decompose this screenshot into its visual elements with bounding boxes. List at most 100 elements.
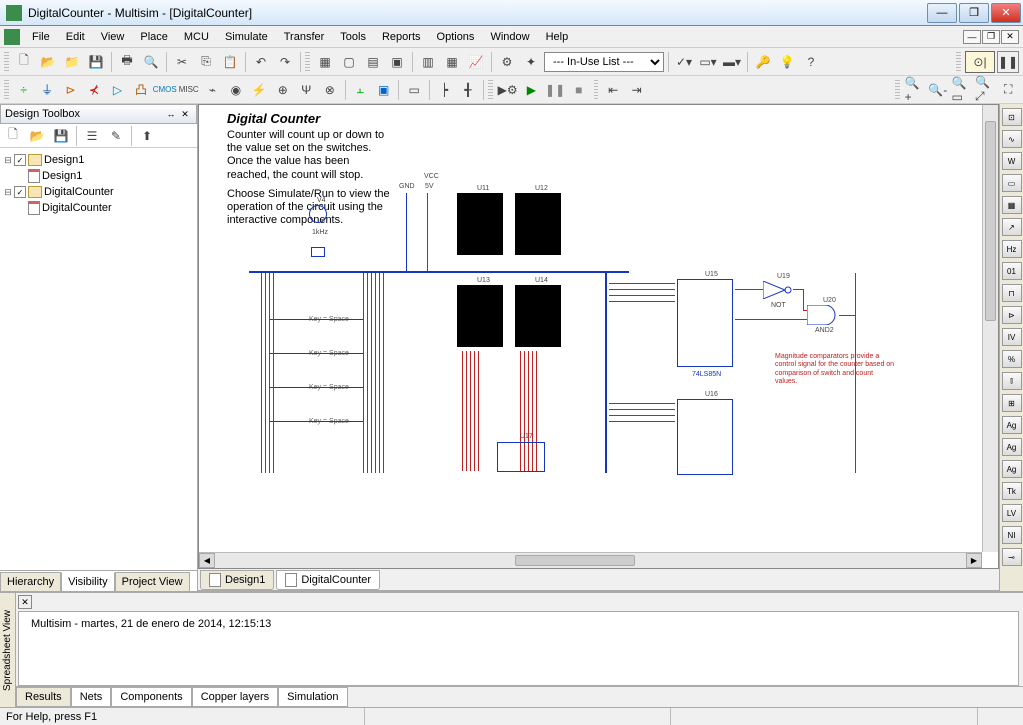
menu-file[interactable]: File — [24, 29, 58, 45]
gate-and[interactable] — [807, 305, 839, 325]
run-button[interactable]: ▶ — [521, 79, 542, 101]
verify-button[interactable]: ✓▾ — [673, 51, 695, 73]
menu-mcu[interactable]: MCU — [176, 29, 217, 45]
instrument-bode[interactable]: ↗ — [1002, 218, 1022, 236]
output-vertical-tab[interactable]: Spreadsheet View — [0, 593, 16, 707]
database-button[interactable]: ▦ — [441, 51, 463, 73]
menu-reports[interactable]: Reports — [374, 29, 429, 45]
open-sample-button[interactable]: 📁 — [61, 51, 83, 73]
copy-button[interactable]: ⎘ — [195, 51, 217, 73]
vertical-scrollbar[interactable] — [982, 105, 998, 552]
print-button[interactable]: 🖶 — [116, 51, 138, 73]
mdi-close[interactable]: ✕ — [1001, 30, 1019, 44]
zoom-area-button[interactable]: 🔍▭ — [951, 79, 972, 101]
postprocessor-button[interactable]: ⚙ — [496, 51, 518, 73]
gate-not[interactable] — [763, 281, 793, 299]
interactive-sim-button[interactable]: ▶⚙ — [497, 79, 519, 101]
maximize-button[interactable]: ❐ — [959, 3, 989, 23]
instrument-ag-scope[interactable]: Ag — [1002, 460, 1022, 478]
align-left-button[interactable]: ⇤ — [602, 79, 623, 101]
place-hierarchical-button[interactable]: ▭ — [403, 79, 424, 101]
pause-sim-button[interactable]: ❚❚ — [997, 51, 1019, 73]
tab-nets[interactable]: Nets — [71, 687, 112, 707]
scroll-track[interactable] — [215, 553, 966, 568]
place-misc-button[interactable]: MISC — [178, 79, 200, 101]
place-rf-button[interactable]: Ψ — [296, 79, 317, 101]
toolbox-layers-button[interactable]: ☰ — [81, 125, 103, 147]
instrument-multimeter[interactable]: ⊡ — [1002, 108, 1022, 126]
place-mcu-button[interactable]: ▣ — [373, 79, 394, 101]
in-use-list-combo[interactable]: --- In-Use List --- — [544, 52, 664, 72]
stop-button[interactable]: ■ — [568, 79, 589, 101]
help-context-button[interactable]: ? — [800, 51, 822, 73]
menu-transfer[interactable]: Transfer — [276, 29, 333, 45]
place-source-button[interactable]: ÷ — [13, 79, 34, 101]
instrument-wattmeter[interactable]: W — [1002, 152, 1022, 170]
paste-button[interactable]: 📋 — [219, 51, 241, 73]
toggle-ruler-button[interactable]: ▤ — [362, 51, 384, 73]
place-bus-button[interactable]: ┝ — [434, 79, 455, 101]
toggle-titleblock-button[interactable]: ▣ — [386, 51, 408, 73]
chip-u14[interactable] — [515, 285, 561, 347]
redo-button[interactable]: ↷ — [274, 51, 296, 73]
toolbox-up-button[interactable]: ⬆ — [136, 125, 158, 147]
place-diode-button[interactable]: ⊳ — [60, 79, 81, 101]
toolbox-rename-button[interactable]: ✎ — [105, 125, 127, 147]
place-electro-button[interactable]: ⊗ — [319, 79, 340, 101]
toolbox-close-button[interactable]: ✕ — [178, 107, 192, 121]
fullscreen-button[interactable]: ⛶ — [997, 79, 1018, 101]
place-analog-button[interactable]: ▷ — [107, 79, 128, 101]
menu-options[interactable]: Options — [429, 29, 483, 45]
transfer-layout-button[interactable]: ▬▾ — [721, 51, 743, 73]
toolbox-save-button[interactable]: 💾 — [50, 125, 72, 147]
instrument-freq-counter[interactable]: Hz — [1002, 240, 1022, 258]
instrument-labview[interactable]: LV — [1002, 504, 1022, 522]
place-transistor-button[interactable]: ⊀ — [83, 79, 104, 101]
close-button[interactable]: ✕ — [991, 3, 1021, 23]
tab-results[interactable]: Results — [16, 687, 71, 707]
instrument-logic-analyzer[interactable]: ⊓ — [1002, 284, 1022, 302]
menu-place[interactable]: Place — [132, 29, 176, 45]
new-button[interactable]: 🗋 — [13, 51, 35, 73]
instrument-network[interactable]: ⊞ — [1002, 394, 1022, 412]
menu-simulate[interactable]: Simulate — [217, 29, 276, 45]
pause-button[interactable]: ❚❚ — [544, 79, 566, 101]
mdi-minimize[interactable]: — — [963, 30, 981, 44]
place-power-button[interactable]: ⚡ — [249, 79, 270, 101]
menu-help[interactable]: Help — [538, 29, 577, 45]
minimize-button[interactable]: — — [927, 3, 957, 23]
mdi-restore[interactable]: ❐ — [982, 30, 1000, 44]
print-preview-button[interactable]: 🔍 — [140, 51, 162, 73]
place-mixed-button[interactable]: ⌁ — [202, 79, 223, 101]
spreadsheet-button[interactable]: ▥ — [417, 51, 439, 73]
help-search-button[interactable]: 🔑 — [752, 51, 774, 73]
scrollbar-thumb[interactable] — [515, 555, 635, 566]
switch-button[interactable]: ⊙| — [965, 51, 995, 73]
zoom-fit-button[interactable]: 🔍⤢ — [974, 79, 995, 101]
instrument-funcgen[interactable]: ∿ — [1002, 130, 1022, 148]
tree-item-design1[interactable]: ⊟✓ Design1 — [2, 152, 195, 168]
horizontal-scrollbar[interactable]: ◀ ▶ — [199, 552, 982, 568]
place-ttl-button[interactable]: 凸 — [130, 79, 151, 101]
align-right-button[interactable]: ⇥ — [626, 79, 647, 101]
instrument-wordgen[interactable]: 01 — [1002, 262, 1022, 280]
design-tree[interactable]: ⊟✓ Design1 Design1 ⊟✓ DigitalCounter Dig… — [0, 148, 197, 570]
menu-view[interactable]: View — [93, 29, 133, 45]
help-button[interactable]: 💡 — [776, 51, 798, 73]
transfer-pcb-button[interactable]: ▭▾ — [697, 51, 719, 73]
chip-u17[interactable] — [497, 442, 545, 472]
chip-u15[interactable] — [677, 279, 733, 367]
output-close-button[interactable]: ✕ — [18, 595, 32, 609]
menu-edit[interactable]: Edit — [58, 29, 93, 45]
tab-design1[interactable]: Design1 — [200, 570, 274, 590]
save-button[interactable]: 💾 — [85, 51, 107, 73]
toggle-border-button[interactable]: ▢ — [338, 51, 360, 73]
grapher-button[interactable]: 📈 — [465, 51, 487, 73]
instrument-distortion[interactable]: % — [1002, 350, 1022, 368]
tab-project-view[interactable]: Project View — [115, 572, 190, 591]
scroll-left-button[interactable]: ◀ — [199, 553, 215, 568]
open-button[interactable]: 📂 — [37, 51, 59, 73]
zoom-in-button[interactable]: 🔍+ — [904, 79, 925, 101]
tab-components[interactable]: Components — [111, 687, 191, 707]
place-junction-button[interactable]: ╉ — [457, 79, 478, 101]
